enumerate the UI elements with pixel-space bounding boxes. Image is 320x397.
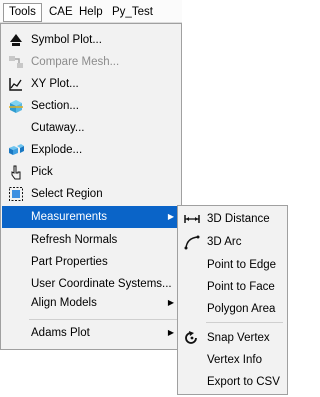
menu-item-label: XY Plot...	[31, 78, 79, 90]
submenu-arrow-icon: ▶	[167, 298, 174, 307]
submenu-item-vertex-info[interactable]: Vertex Info	[179, 349, 286, 371]
menu-item-select-region[interactable]: Select Region	[2, 183, 180, 205]
submenu-arrow-icon: ▶	[167, 328, 174, 337]
submenu-item-label: Export to CSV	[207, 376, 280, 388]
menu-item-measurements[interactable]: Measurements ▶	[2, 206, 180, 228]
distance-icon	[183, 211, 201, 227]
submenu-item-label: 3D Distance	[207, 213, 270, 225]
explode-icon	[8, 142, 24, 158]
submenu-item-label: Vertex Info	[207, 354, 262, 366]
menu-separator	[29, 319, 177, 320]
submenu-item-3d-distance[interactable]: 3D Distance	[179, 208, 286, 230]
menu-item-label: Adams Plot	[31, 327, 90, 339]
menubar-tools[interactable]: Tools	[3, 3, 42, 22]
menu-item-refresh-normals[interactable]: Refresh Normals	[2, 229, 180, 251]
menu-item-xy-plot[interactable]: XY Plot...	[2, 73, 180, 95]
symbol-plot-icon	[8, 32, 24, 48]
menu-item-label: Measurements	[31, 211, 108, 223]
menu-item-label: Select Region	[31, 188, 103, 200]
menu-item-label: Align Models	[31, 297, 97, 309]
menu-item-symbol-plot[interactable]: Symbol Plot...	[2, 29, 180, 51]
menu-item-label: Pick	[31, 166, 53, 178]
menubar-help[interactable]: Help	[79, 4, 103, 20]
measurements-submenu: 3D Distance 3D Arc Point to Edge Point t…	[177, 205, 288, 395]
menu-item-label: Section...	[31, 100, 79, 112]
menu-item-adams-plot[interactable]: Adams Plot ▶	[2, 322, 180, 344]
xy-plot-icon	[8, 76, 24, 92]
snap-vertex-icon	[183, 330, 201, 346]
submenu-item-3d-arc[interactable]: 3D Arc	[179, 231, 286, 253]
menu-item-pick[interactable]: Pick	[2, 161, 180, 183]
submenu-item-label: Snap Vertex	[207, 332, 270, 344]
select-region-icon	[8, 186, 24, 202]
menubar-py-test[interactable]: Py_Test	[112, 4, 153, 20]
submenu-item-label: Point to Face	[207, 281, 275, 293]
submenu-item-label: Polygon Area	[207, 303, 276, 315]
menu-item-label: Compare Mesh...	[31, 56, 120, 68]
menu-item-label: Part Properties	[31, 256, 108, 268]
tools-menu: Symbol Plot... Compare Mesh... XY Plot..…	[0, 23, 182, 350]
menu-item-part-properties[interactable]: Part Properties	[2, 251, 180, 273]
submenu-item-export-to-csv[interactable]: Export to CSV	[179, 371, 286, 393]
submenu-separator	[206, 322, 283, 323]
menu-item-section[interactable]: Section...	[2, 95, 180, 117]
submenu-item-snap-vertex[interactable]: Snap Vertex	[179, 327, 286, 349]
menu-item-cutaway[interactable]: Cutaway...	[2, 117, 180, 139]
menubar-cae[interactable]: CAE	[49, 4, 73, 20]
menu-item-label: Explode...	[31, 144, 83, 156]
menu-item-label: Refresh Normals	[31, 234, 118, 246]
submenu-item-label: Point to Edge	[207, 259, 277, 271]
submenu-item-label: 3D Arc	[207, 236, 242, 248]
submenu-item-point-to-edge[interactable]: Point to Edge	[179, 254, 286, 276]
menu-item-align-models[interactable]: Align Models ▶	[2, 292, 180, 314]
menu-item-label: Symbol Plot...	[31, 34, 102, 46]
submenu-arrow-icon: ▶	[167, 212, 174, 221]
section-icon	[8, 98, 24, 114]
pick-icon	[8, 164, 24, 180]
menu-bar: Tools CAE Help Py_Test	[0, 0, 182, 23]
arc-icon	[183, 234, 201, 250]
menu-item-compare-mesh[interactable]: Compare Mesh...	[2, 51, 180, 73]
submenu-item-polygon-area[interactable]: Polygon Area	[179, 298, 286, 320]
menu-item-explode[interactable]: Explode...	[2, 139, 180, 161]
submenu-item-point-to-face[interactable]: Point to Face	[179, 276, 286, 298]
menu-item-label: Cutaway...	[31, 122, 85, 134]
compare-mesh-icon	[8, 54, 24, 70]
